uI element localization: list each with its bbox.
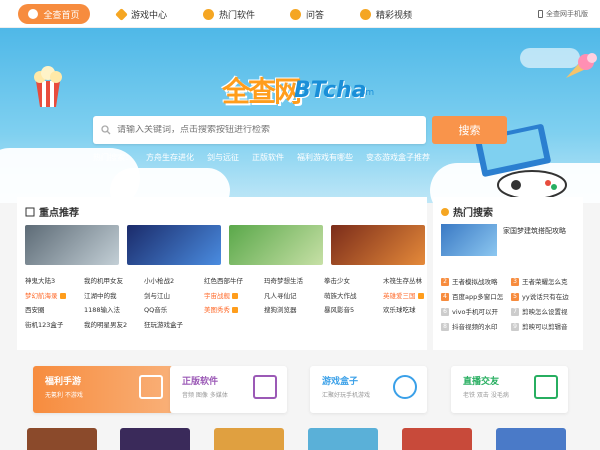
app-thumbnails-row bbox=[0, 428, 600, 450]
game-thumbnail[interactable] bbox=[127, 225, 221, 265]
gear-icon bbox=[253, 375, 277, 399]
hot-search-link[interactable]: 方舟生存进化 bbox=[146, 152, 194, 163]
site-logo[interactable]: 全查网 BTcha .com bbox=[222, 68, 382, 108]
game-link[interactable]: QQ音乐 bbox=[144, 303, 183, 318]
game-link[interactable]: 江湖中的我 bbox=[84, 289, 127, 304]
popcorn-icon bbox=[34, 66, 62, 107]
category-card-game-box[interactable]: 游戏盒子 汇聚好玩手机游戏 bbox=[310, 366, 427, 413]
ice-cream-icon bbox=[566, 53, 597, 78]
hot-list-item[interactable]: 5 yy说话只有在边 bbox=[511, 290, 569, 305]
game-link[interactable]: 红色西部牛仔 bbox=[204, 274, 243, 289]
hot-search-link[interactable]: 福利游戏有哪些 bbox=[297, 152, 353, 163]
bookmark-icon bbox=[25, 207, 35, 216]
app-thumbnail[interactable] bbox=[496, 428, 566, 450]
app-thumbnail[interactable] bbox=[402, 428, 472, 450]
category-card-software[interactable]: 正版软件 音频 图像 多媒体 bbox=[170, 366, 287, 413]
hot-list-item[interactable]: 9 剪映可以剪辑音 bbox=[511, 320, 568, 335]
search-box bbox=[93, 116, 426, 144]
gift-icon bbox=[417, 292, 424, 299]
hot-search-link[interactable]: 变态游戏盒子推荐 bbox=[366, 152, 430, 163]
home-icon bbox=[28, 9, 39, 19]
hot-search-panel: 热门搜索 家国梦建筑搭配攻略 2 王者模拟战攻略 3 王者荣耀怎么克 4 百度app多… bbox=[433, 197, 583, 350]
game-link[interactable]: 木筏生存丛林 bbox=[383, 274, 424, 289]
game-link[interactable]: 剑与江山 bbox=[144, 289, 183, 304]
android-icon bbox=[393, 375, 417, 399]
app-thumbnail[interactable] bbox=[308, 428, 378, 450]
game-list-column: 小小枪战2 剑与江山 QQ音乐 狂玩游戏盒子 bbox=[144, 274, 183, 332]
game-list-column: 拳击少女 萌族大作战 暴风影音5 bbox=[324, 274, 357, 318]
search-input[interactable] bbox=[117, 125, 417, 135]
category-card-welfare-games[interactable]: 福利手游 无氪利 不游戏 bbox=[33, 366, 173, 413]
gift-icon bbox=[232, 307, 238, 313]
software-icon bbox=[203, 8, 214, 20]
game-thumbnail[interactable] bbox=[229, 225, 323, 265]
game-list-column: 神鬼大陆3 梦幻航海录 西安圈 街机123盒子 bbox=[25, 274, 66, 332]
app-thumbnail[interactable] bbox=[214, 428, 284, 450]
game-link[interactable]: 英雄爱三国 bbox=[383, 289, 424, 304]
game-link[interactable]: 神鬼大陆3 bbox=[25, 274, 66, 289]
game-link[interactable]: 狂玩游戏盒子 bbox=[144, 318, 183, 333]
game-list-column: 木筏生存丛林 英雄爱三国 欢乐球吃球 bbox=[383, 274, 424, 318]
game-link[interactable]: 1188输入法 bbox=[84, 303, 127, 318]
fire-icon bbox=[441, 207, 449, 216]
game-link[interactable]: 西安圈 bbox=[25, 303, 66, 318]
app-thumbnail[interactable] bbox=[120, 428, 190, 450]
phone-icon bbox=[538, 10, 543, 18]
search-icon bbox=[101, 125, 111, 135]
hot-list-item[interactable]: 8 抖音视频的水印 bbox=[441, 320, 498, 335]
game-link[interactable]: 搜狗浏览器 bbox=[264, 303, 303, 318]
hot-thumbnail[interactable] bbox=[441, 224, 497, 256]
mobile-version-link[interactable]: 全查网手机版 bbox=[538, 9, 588, 19]
top-navigation: 全查首页 游戏中心 热门软件 问答 精彩视频 全查网手机版 bbox=[0, 0, 600, 28]
gift-icon bbox=[139, 375, 163, 399]
nav-game-center[interactable]: 游戏中心 bbox=[115, 0, 167, 28]
hot-search-link[interactable]: 剑与远征 bbox=[207, 152, 239, 163]
nav-qa[interactable]: 问答 bbox=[290, 0, 324, 28]
section-title: 热门搜索 bbox=[441, 204, 493, 219]
gift-icon bbox=[59, 292, 66, 299]
hot-list-item[interactable]: 6 vivo手机可以开 bbox=[441, 305, 498, 320]
game-link[interactable]: 小小枪战2 bbox=[144, 274, 183, 289]
monitor-icon bbox=[534, 375, 558, 399]
video-icon bbox=[360, 8, 371, 20]
game-list-column: 红色西部牛仔 宇宙战舰 美图秀秀 bbox=[204, 274, 243, 318]
game-thumbnail[interactable] bbox=[25, 225, 119, 265]
hot-list-item[interactable]: 4 百度app多窗口怎 bbox=[441, 290, 503, 305]
game-link[interactable]: 玛奇梦想生活 bbox=[264, 274, 303, 289]
game-link[interactable]: 暴风影音5 bbox=[324, 303, 357, 318]
game-list-column: 我的机甲女友 江湖中的我 1188输入法 我的明星男友2 bbox=[84, 274, 127, 332]
nav-home[interactable]: 全查首页 bbox=[18, 4, 90, 24]
hot-list-item[interactable]: 2 王者模拟战攻略 bbox=[441, 275, 498, 290]
game-icon bbox=[115, 7, 128, 21]
hero-banner: 全查网 BTcha .com 搜索 热门搜索： 方舟生存进化 剑与远征 正版软件… bbox=[0, 28, 600, 203]
game-link[interactable]: 凡人寻仙记 bbox=[264, 289, 303, 304]
gift-icon bbox=[232, 292, 238, 299]
hot-list-item[interactable]: 3 王者荣耀怎么克 bbox=[511, 275, 568, 290]
nav-hot-software[interactable]: 热门软件 bbox=[203, 0, 255, 28]
game-link[interactable]: 美图秀秀 bbox=[204, 303, 243, 318]
game-link[interactable]: 我的机甲女友 bbox=[84, 274, 127, 289]
game-link[interactable]: 我的明星男友2 bbox=[84, 318, 127, 333]
game-link[interactable]: 街机123盒子 bbox=[25, 318, 66, 333]
hot-search-link[interactable]: 正版软件 bbox=[252, 152, 284, 163]
hot-searches: 热门搜索： 方舟生存进化 剑与远征 正版软件 福利游戏有哪些 变态游戏盒子推荐 bbox=[93, 152, 430, 163]
game-list-column: 玛奇梦想生活 凡人寻仙记 搜狗浏览器 bbox=[264, 274, 303, 318]
category-card-live-streaming[interactable]: 直播交友 老铁 双击 没毛病 bbox=[451, 366, 568, 413]
game-link[interactable]: 拳击少女 bbox=[324, 274, 357, 289]
game-thumbnail[interactable] bbox=[331, 225, 425, 265]
hot-top-link[interactable]: 家国梦建筑搭配攻略 bbox=[503, 226, 566, 236]
game-link[interactable]: 梦幻航海录 bbox=[25, 289, 66, 304]
section-title: 重点推荐 bbox=[25, 204, 79, 219]
hot-list-item[interactable]: 7 剪映怎么设置视 bbox=[511, 305, 568, 320]
game-link[interactable]: 宇宙战舰 bbox=[204, 289, 243, 304]
featured-section: 重点推荐 神鬼大陆3 梦幻航海录 西安圈 街机123盒子 我的机甲女友 江湖中的… bbox=[17, 197, 427, 350]
chat-icon bbox=[290, 8, 301, 20]
game-link[interactable]: 欢乐球吃球 bbox=[383, 303, 424, 318]
search-button[interactable]: 搜索 bbox=[432, 116, 507, 144]
game-link[interactable]: 萌族大作战 bbox=[324, 289, 357, 304]
nav-videos[interactable]: 精彩视频 bbox=[360, 0, 412, 28]
app-thumbnail[interactable] bbox=[27, 428, 97, 450]
